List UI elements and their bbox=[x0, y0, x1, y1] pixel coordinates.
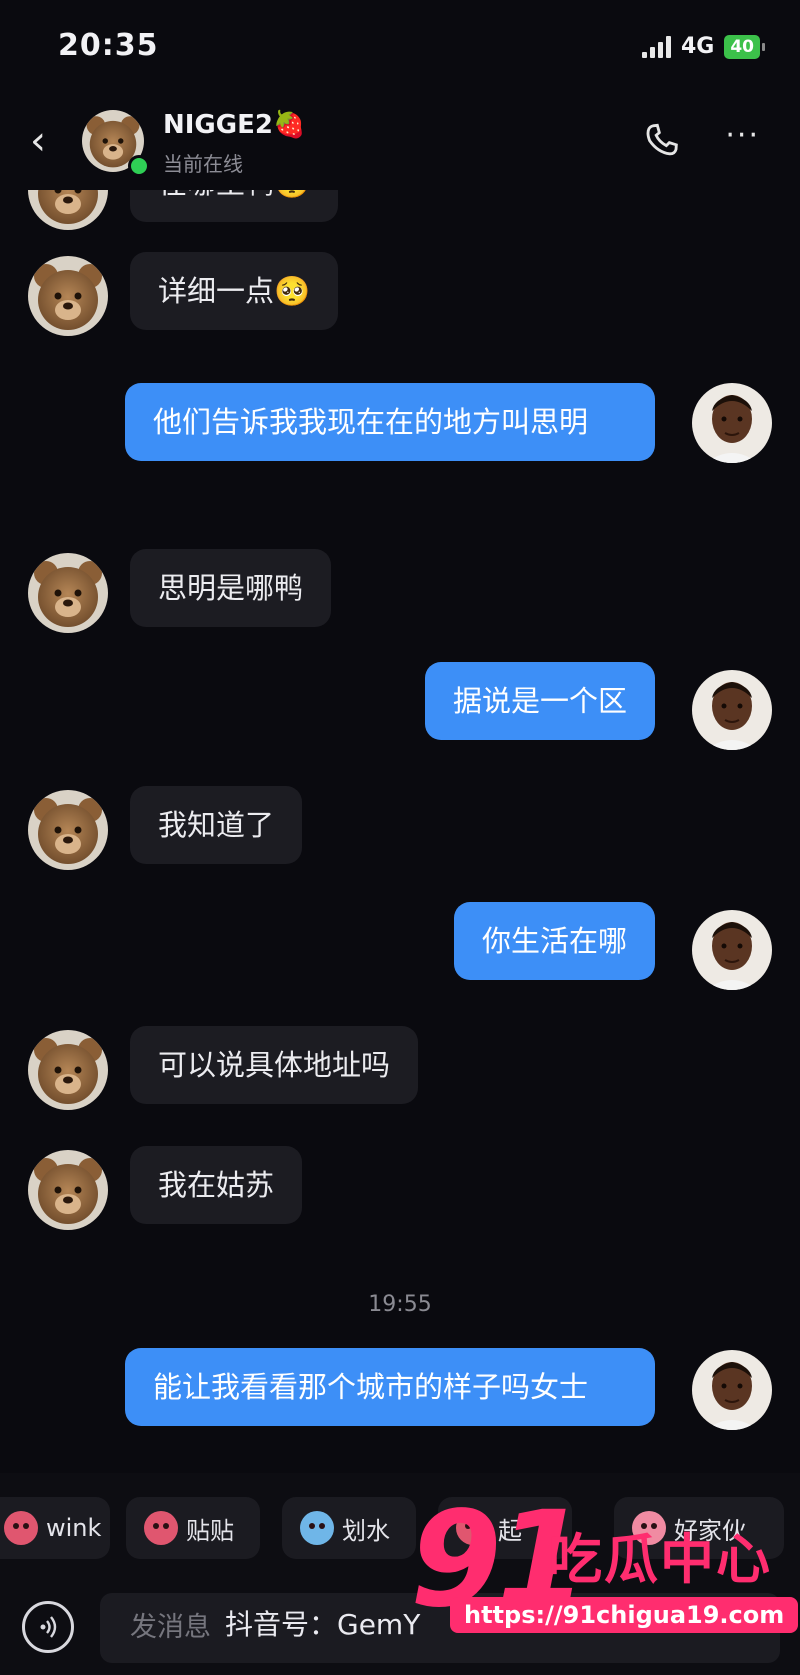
online-status-dot bbox=[128, 155, 150, 177]
outgoing-message-bubble[interactable]: 据说是一个区 bbox=[424, 662, 655, 740]
incoming-message-bubble[interactable]: 我在姑苏 bbox=[130, 1146, 303, 1224]
back-arrow-icon[interactable]: ‹ bbox=[30, 118, 46, 164]
watermark-brand: 吃瓜中心 bbox=[548, 1528, 772, 1591]
online-status-label: 当前在线 bbox=[163, 152, 243, 176]
contact-avatar[interactable] bbox=[28, 190, 108, 230]
network-type: 4G bbox=[680, 34, 715, 59]
status-bar: 20:35 4G 40 bbox=[0, 0, 800, 100]
outgoing-message-bubble[interactable]: 他们告诉我我现在在的地方叫思明 bbox=[125, 383, 655, 461]
contact-avatar[interactable] bbox=[28, 1030, 108, 1110]
quick-reply-chip[interactable]: 贴贴 bbox=[126, 1497, 260, 1559]
contact-avatar[interactable] bbox=[28, 256, 108, 336]
voice-input-icon[interactable] bbox=[22, 1601, 74, 1653]
sticker-icon bbox=[4, 1511, 38, 1545]
chat-header: ‹ NIGGE2🍓 当前在线 ··· bbox=[0, 100, 800, 190]
contact-name[interactable]: NIGGE2🍓 bbox=[163, 110, 305, 140]
user-avatar[interactable] bbox=[692, 1350, 772, 1430]
quick-reply-chip[interactable]: wink bbox=[0, 1497, 110, 1559]
incoming-message-bubble[interactable]: 详细一点🥺 bbox=[130, 252, 339, 330]
douyin-id-watermark: 抖音号：GemY bbox=[225, 1608, 421, 1641]
user-avatar[interactable] bbox=[692, 670, 772, 750]
contact-avatar[interactable] bbox=[28, 790, 108, 870]
incoming-message-bubble[interactable]: 可以说具体地址吗 bbox=[130, 1026, 419, 1104]
outgoing-message-bubble[interactable]: 能让我看看那个城市的样子吗女士 bbox=[125, 1348, 655, 1426]
message-list[interactable]: 在哪里鸭🥺 详细一点🥺 他们告诉我我现在在的地方叫思明 思明是哪鸭 据说是一个区… bbox=[0, 190, 800, 1473]
watermark-url: https://91chigua19.com bbox=[450, 1597, 799, 1633]
message-timestamp: 19:55 bbox=[368, 1292, 432, 1317]
phone-call-icon[interactable] bbox=[642, 120, 682, 160]
incoming-message-bubble[interactable]: 我知道了 bbox=[130, 786, 303, 864]
sticker-icon bbox=[300, 1511, 334, 1545]
sticker-icon bbox=[144, 1511, 178, 1545]
outgoing-message-bubble[interactable]: 你生活在哪 bbox=[453, 902, 655, 980]
quick-reply-chip[interactable]: 划水 bbox=[282, 1497, 416, 1559]
user-avatar[interactable] bbox=[692, 910, 772, 990]
more-options-icon[interactable]: ··· bbox=[725, 118, 760, 153]
incoming-message-bubble[interactable]: 思明是哪鸭 bbox=[130, 549, 332, 627]
incoming-message-bubble[interactable]: 在哪里鸭🥺 bbox=[130, 190, 339, 222]
user-avatar[interactable] bbox=[692, 383, 772, 463]
battery-icon: 40 bbox=[724, 34, 765, 59]
contact-avatar[interactable] bbox=[28, 553, 108, 633]
site-watermark: 91 吃瓜中心 https://91chigua19.com bbox=[410, 1494, 799, 1665]
signal-icon bbox=[641, 35, 671, 58]
clock: 20:35 bbox=[58, 28, 159, 63]
contact-avatar[interactable] bbox=[28, 1150, 108, 1230]
